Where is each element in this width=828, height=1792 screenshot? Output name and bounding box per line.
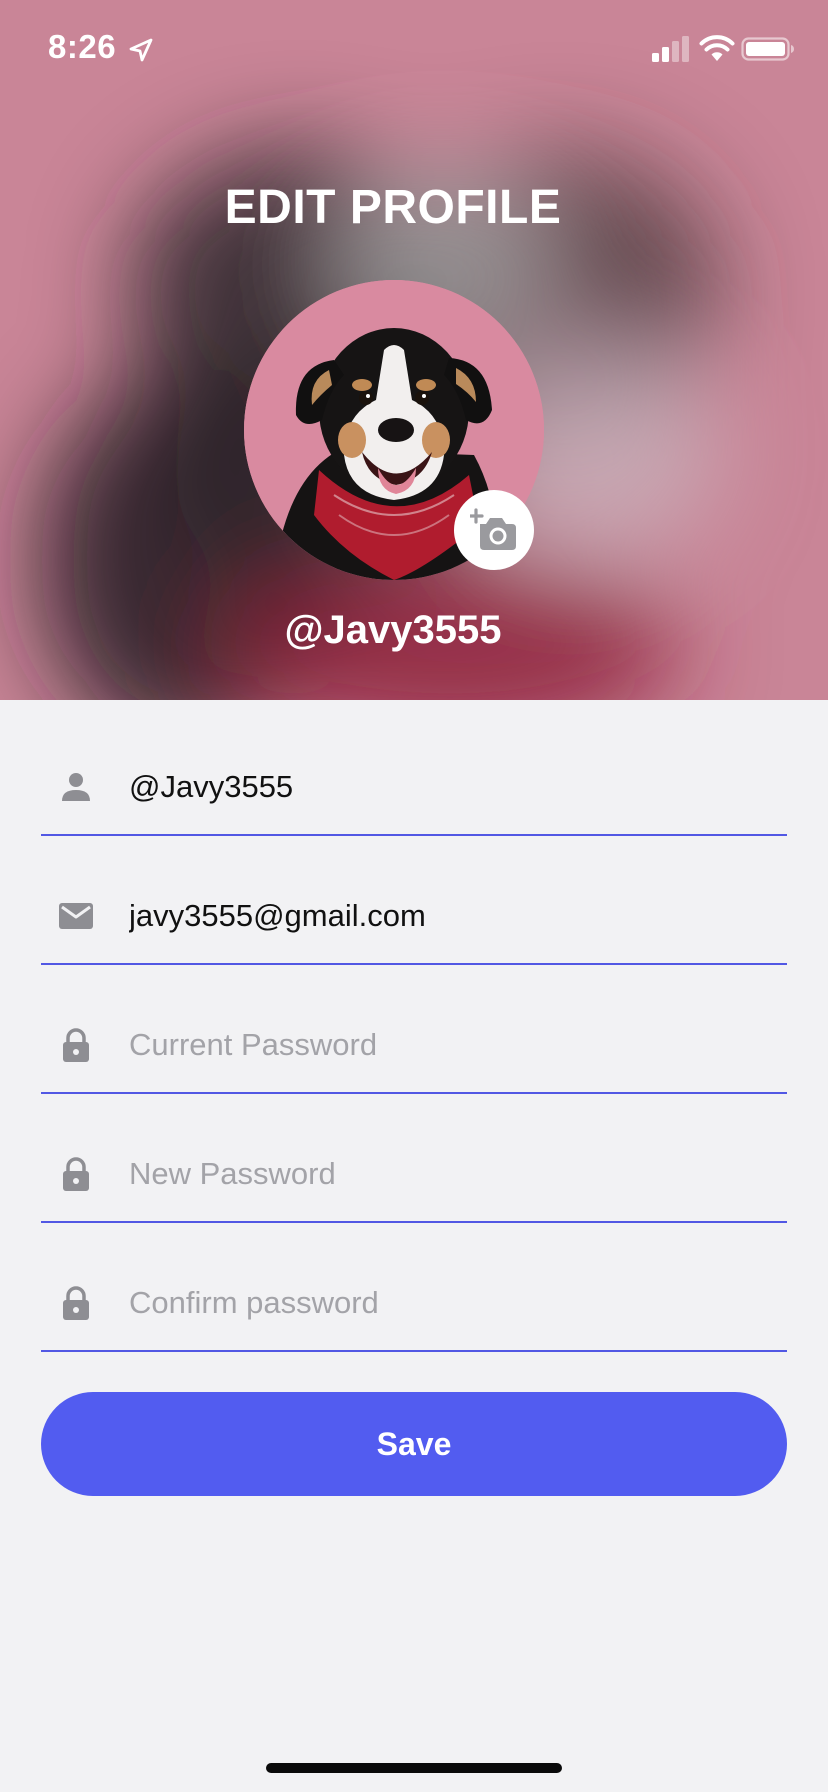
current-password-input[interactable]	[129, 1017, 769, 1073]
status-time: 8:26	[48, 28, 117, 65]
page-title: EDIT PROFILE	[224, 181, 562, 234]
username-field	[41, 707, 787, 836]
save-button[interactable]: Save	[41, 1392, 787, 1496]
email-input[interactable]	[129, 888, 769, 944]
battery-icon	[741, 37, 794, 61]
wifi-icon	[699, 35, 735, 61]
lock-icon	[63, 1157, 89, 1191]
person-icon	[62, 773, 90, 801]
confirm-password-field	[41, 1223, 787, 1352]
home-indicator	[266, 1763, 562, 1773]
change-photo-button[interactable]	[454, 490, 534, 570]
location-arrow-icon	[129, 38, 153, 62]
email-field	[41, 836, 787, 965]
profile-username-label: @Javy3555	[284, 608, 502, 652]
mail-icon	[59, 903, 93, 929]
edit-profile-screen: 8:26 EDIT PROFILE @Javy3555 @Javy3555 ja…	[0, 0, 828, 1792]
username-input[interactable]	[129, 759, 769, 815]
add-photo-camera-icon	[470, 508, 516, 550]
lock-icon	[63, 1286, 89, 1320]
new-password-field	[41, 1094, 787, 1223]
confirm-password-input[interactable]	[129, 1275, 769, 1331]
cellular-signal-icon	[652, 36, 689, 62]
status-bar: 8:26	[0, 0, 828, 100]
current-password-field	[41, 965, 787, 1094]
profile-header: 8:26 EDIT PROFILE @Javy3555	[0, 0, 828, 700]
new-password-input[interactable]	[129, 1146, 769, 1202]
lock-icon	[63, 1028, 89, 1062]
